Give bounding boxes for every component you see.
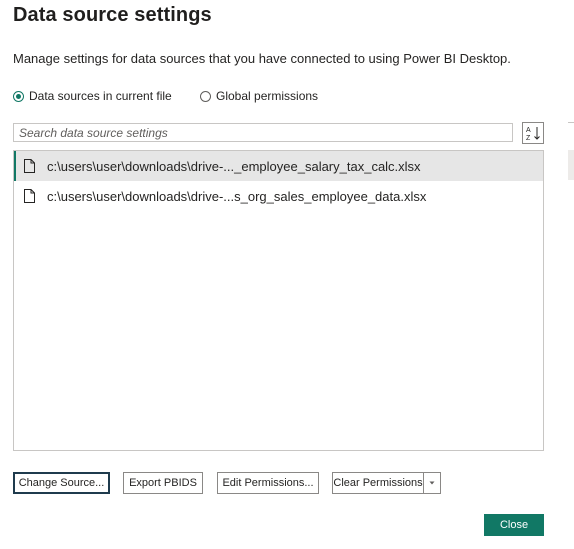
list-item[interactable]: c:\users\user\downloads\drive-...s_org_s… [14, 181, 543, 211]
list-item[interactable]: c:\users\user\downloads\drive-..._employ… [14, 151, 543, 181]
file-icon [24, 159, 35, 173]
edit-permissions-button[interactable]: Edit Permissions... [217, 472, 319, 494]
sort-az-icon: A Z [526, 127, 540, 141]
data-source-path: c:\users\user\downloads\drive-...s_org_s… [47, 188, 427, 204]
data-source-path: c:\users\user\downloads\drive-..._employ… [47, 158, 421, 174]
change-source-button[interactable]: Change Source... [13, 472, 110, 494]
chevron-down-icon [429, 481, 435, 485]
edge-divider [568, 122, 574, 123]
radio-checked-icon[interactable] [13, 90, 24, 102]
clear-permissions-button[interactable]: Clear Permissions [332, 472, 424, 494]
file-icon [24, 189, 35, 203]
radio-current-file[interactable]: Data sources in current file [13, 89, 172, 103]
close-button[interactable]: Close [484, 514, 544, 536]
data-source-list[interactable]: c:\users\user\downloads\drive-..._employ… [13, 150, 544, 451]
radio-global-permissions[interactable]: Global permissions [200, 89, 318, 103]
svg-text:Z: Z [526, 135, 531, 141]
radio-global-permissions-label: Global permissions [216, 89, 319, 103]
export-pbids-button[interactable]: Export PBIDS [123, 472, 203, 494]
dialog-title: Data source settings [13, 4, 212, 26]
dialog-description: Manage settings for data sources that yo… [13, 51, 511, 66]
edge-panel [568, 150, 574, 180]
sort-button[interactable]: A Z [522, 122, 544, 144]
svg-text:A: A [526, 127, 531, 134]
clear-permissions-dropdown[interactable] [423, 472, 441, 494]
radio-current-file-label: Data sources in current file [29, 89, 172, 103]
search-input[interactable] [13, 123, 513, 142]
radio-unchecked-icon[interactable] [200, 90, 211, 102]
